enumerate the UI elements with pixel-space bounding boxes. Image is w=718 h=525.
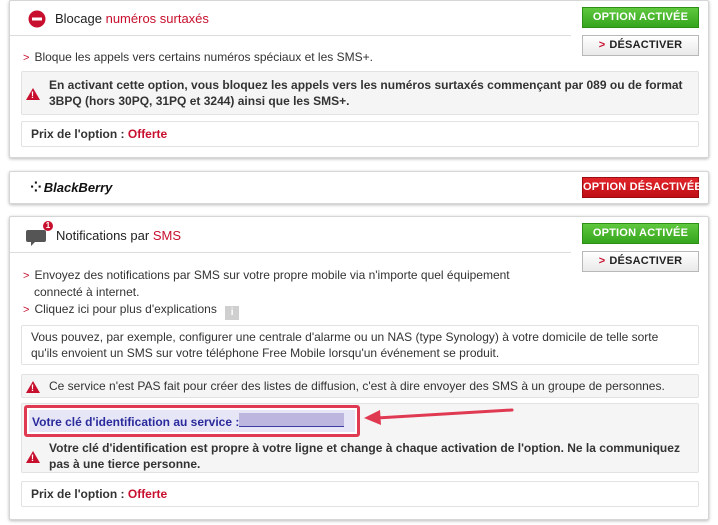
warning-box: En activant cette option, vous bloquez l… — [21, 71, 699, 115]
key-warning-box: Votre clé d'identification au service : … — [21, 403, 699, 473]
price-box: Prix de l'option : Offerte — [21, 121, 699, 147]
price-label: Prix de l'option : — [31, 127, 128, 141]
identification-key-field: Votre clé d'identification au service : — [29, 410, 355, 432]
price-value: Offerte — [127, 487, 168, 501]
warning-box: Ce service n'est PAS fait pour créer des… — [21, 374, 699, 398]
info-icon[interactable]: i — [225, 306, 240, 320]
price-label: Prix de l'option : — [31, 487, 128, 501]
option-status-button[interactable]: OPTION ACTIVÉE — [582, 223, 699, 244]
deactivate-button[interactable]: > DÉSACTIVER — [582, 251, 699, 272]
option-title-highlight: SMS — [152, 228, 181, 243]
chevron-right-icon: > — [23, 304, 30, 316]
option-title: Blocage numéros surtaxés — [55, 11, 209, 26]
identification-key-highlight: Votre clé d'identification au service : — [24, 405, 360, 437]
chevron-right-icon: > — [598, 255, 606, 267]
warning-text: En activant cette option, vous bloquez l… — [49, 78, 683, 108]
price-box: Prix de l'option : Offerte — [21, 481, 699, 507]
option-card-sms: 1 Notifications par SMS OPTION ACTIVÉE >… — [9, 216, 709, 520]
blackberry-mark-icon: ⁘ — [30, 179, 42, 195]
notification-badge: 1 — [43, 221, 53, 231]
feature-bullet: > Bloque les appels vers certains numéros… — [23, 50, 373, 64]
blackberry-logo: ⁘ BlackBerry — [30, 179, 113, 195]
explanation-link[interactable]: > Cliquez ici pour plus d'explications i — [23, 301, 240, 320]
feature-bullet: > Envoyez des notifications par SMS sur v… — [23, 268, 510, 299]
deactivate-button[interactable]: > DÉSACTIVER — [582, 35, 699, 56]
option-title-highlight: numéros surtaxés — [105, 11, 209, 26]
chevron-right-icon: > — [23, 270, 30, 282]
identification-key-label: Votre clé d'identification au service : — [32, 415, 240, 429]
info-text: Vous pouvez, par exemple, configurer une… — [31, 330, 659, 360]
chevron-right-icon: > — [23, 52, 30, 64]
option-title: Notifications par SMS — [56, 228, 181, 243]
price-value: Offerte — [127, 127, 168, 141]
identification-key-value[interactable] — [239, 413, 344, 427]
chevron-right-icon: > — [598, 39, 606, 51]
no-entry-icon — [28, 10, 46, 28]
info-box: Vous pouvez, par exemple, configurer une… — [21, 325, 699, 365]
option-status-button[interactable]: OPTION DÉSACTIVÉE — [582, 177, 702, 198]
warning-text: Ce service n'est PAS fait pour créer des… — [49, 379, 665, 393]
annotation-arrow — [364, 408, 514, 425]
option-card-blackberry: ⁘ BlackBerry OPTION DÉSACTIVÉE — [9, 171, 709, 204]
warning-icon — [26, 451, 40, 463]
option-card-blocage: Blocage numéros surtaxés OPTION ACTIVÉE … — [9, 0, 709, 158]
option-status-button[interactable]: OPTION ACTIVÉE — [582, 7, 699, 28]
key-warning-text: Votre clé d'identification est propre à … — [49, 441, 680, 471]
warning-icon — [26, 88, 40, 100]
warning-icon — [26, 381, 40, 393]
